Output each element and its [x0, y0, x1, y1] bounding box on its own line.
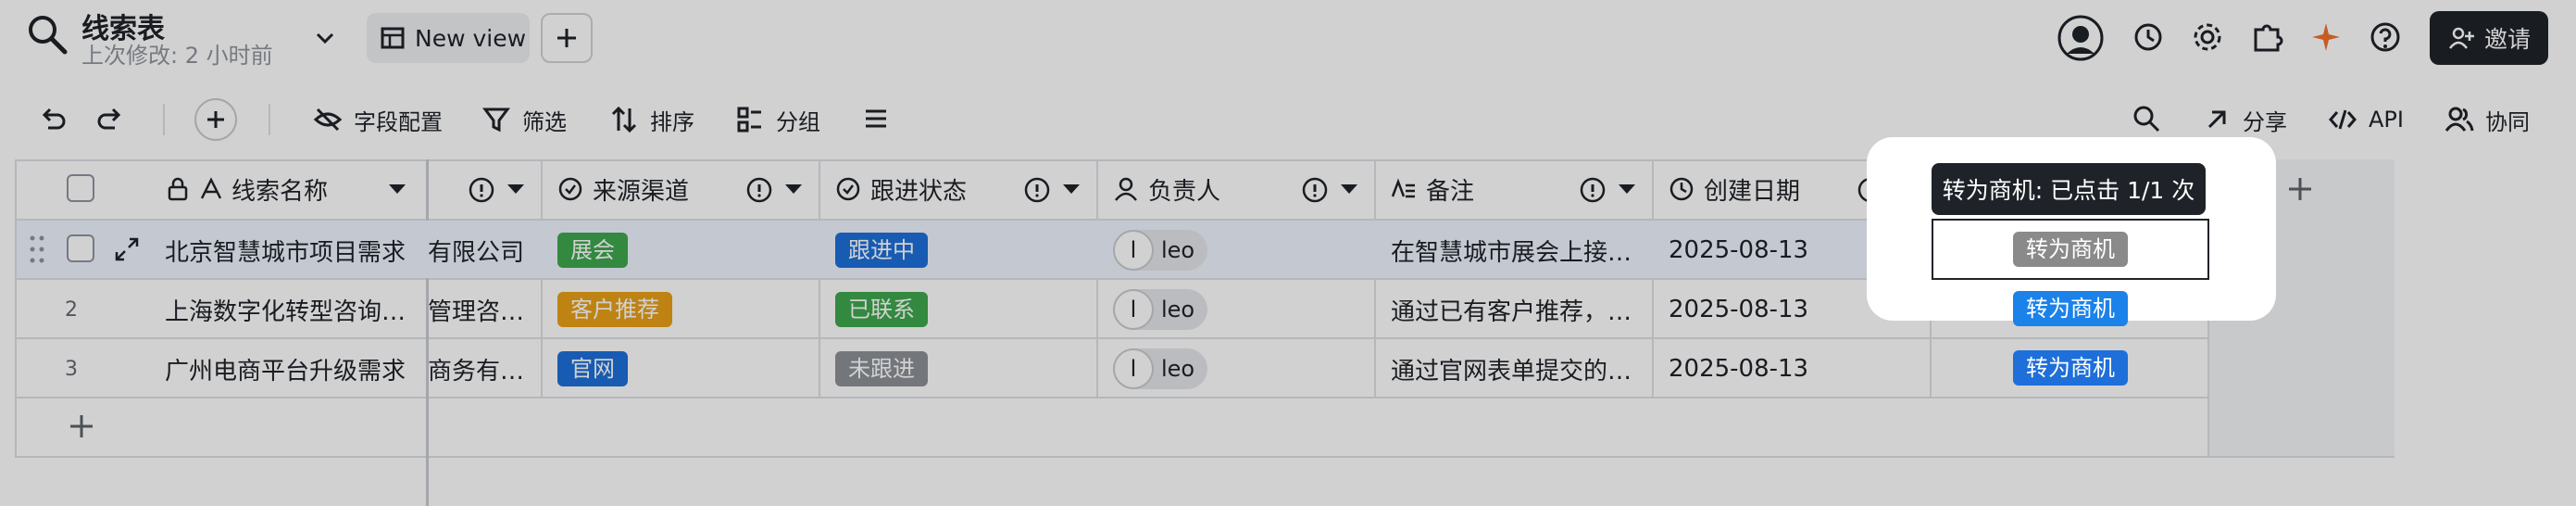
convert-button[interactable]: 转为商机 [2013, 350, 2128, 386]
action-cell[interactable]: 转为商机 [1932, 280, 2209, 337]
tooltip: 转为商机: 已点击 1/1 次 [1932, 163, 2206, 215]
action-cell[interactable]: 转为商机 [1932, 339, 2209, 397]
convert-button[interactable]: 转为商机 [2013, 291, 2128, 326]
selected-cell[interactable]: 转为商机 [1932, 219, 2209, 280]
convert-button[interactable]: 转为商机 [2013, 232, 2128, 267]
tooltip-text: 转为商机: 已点击 1/1 次 [1942, 177, 2195, 204]
